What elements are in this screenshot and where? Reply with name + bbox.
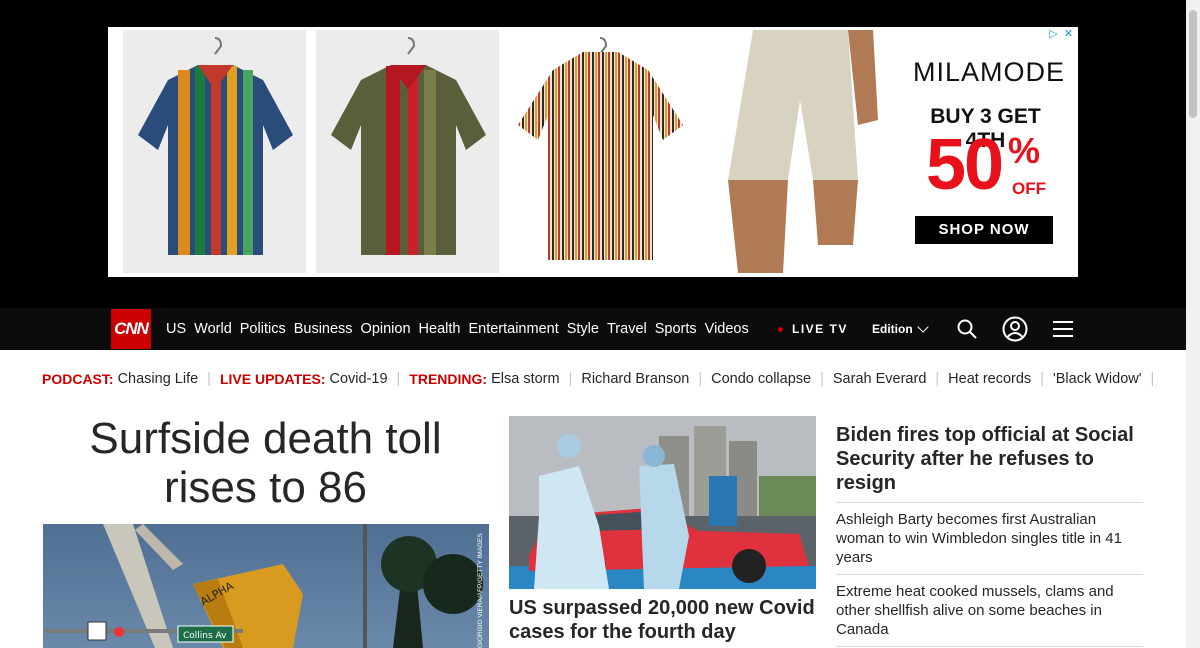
separator: | bbox=[698, 371, 703, 387]
ad-product-shorts[interactable] bbox=[708, 30, 888, 273]
ad-product-shirt-3[interactable] bbox=[508, 30, 693, 273]
nav-link-travel[interactable]: Travel bbox=[607, 321, 647, 337]
divider bbox=[836, 574, 1143, 575]
trending-text: Condo collapse bbox=[711, 371, 812, 387]
story-link-barty[interactable]: Ashleigh Barty becomes first Australian … bbox=[836, 510, 1136, 567]
trending-text: Sarah Everard bbox=[832, 371, 927, 387]
lead-image[interactable]: ALPHA Collins Av bbox=[43, 524, 489, 648]
ad-product-shirt-1[interactable] bbox=[123, 30, 306, 273]
ad-banner-background: MILAMODE BUY 3 GET 4TH 50 % OFF SHOP NOW… bbox=[0, 0, 1186, 308]
divider bbox=[836, 646, 1143, 647]
trending-item-heat[interactable]: Heat records bbox=[948, 371, 1031, 387]
nav-link-sports[interactable]: Sports bbox=[655, 321, 697, 337]
trending-text: Chasing Life bbox=[117, 371, 199, 387]
covid-story-headline[interactable]: US surpassed 20,000 new Covid cases for … bbox=[509, 596, 819, 644]
separator: | bbox=[396, 371, 401, 387]
live-tv-link[interactable]: LIVE TV bbox=[778, 308, 848, 350]
trending-text: Heat records bbox=[948, 371, 1032, 387]
nav-link-style[interactable]: Style bbox=[567, 321, 599, 337]
search-icon[interactable] bbox=[952, 308, 982, 350]
edition-label: Edition bbox=[872, 322, 913, 336]
lead-headline[interactable]: Surfside death toll rises to 86 bbox=[42, 414, 489, 512]
advertisement[interactable]: MILAMODE BUY 3 GET 4TH 50 % OFF SHOP NOW… bbox=[108, 27, 1078, 277]
hamburger-menu-icon[interactable] bbox=[1048, 308, 1078, 350]
nav-link-us[interactable]: US bbox=[166, 321, 186, 337]
trending-item-black-widow[interactable]: 'Black Widow' bbox=[1053, 371, 1142, 387]
ad-discount: 50 % OFF bbox=[926, 125, 1056, 205]
separator: | bbox=[1150, 371, 1155, 387]
ad-discount-value: 50 bbox=[926, 125, 1004, 205]
scrollbar-thumb[interactable] bbox=[1189, 10, 1197, 118]
nav-link-videos[interactable]: Videos bbox=[705, 321, 749, 337]
trending-item-podcast[interactable]: PODCAST: Chasing Life bbox=[42, 371, 198, 387]
trending-text: 'Black Widow' bbox=[1052, 371, 1142, 387]
trending-text: Richard Branson bbox=[581, 371, 690, 387]
trending-prefix: LIVE UPDATES: bbox=[219, 371, 326, 387]
trending-prefix: PODCAST: bbox=[42, 371, 114, 387]
covid-story-image[interactable] bbox=[509, 416, 816, 589]
street-sign: Collins Av bbox=[183, 631, 227, 641]
nav-link-health[interactable]: Health bbox=[419, 321, 461, 337]
cnn-logo[interactable]: CNN bbox=[111, 309, 151, 349]
separator: | bbox=[207, 371, 211, 387]
nav-link-politics[interactable]: Politics bbox=[240, 321, 286, 337]
separator: | bbox=[935, 371, 940, 387]
ad-brand-name: MILAMODE bbox=[913, 57, 1066, 87]
chevron-down-icon bbox=[917, 321, 929, 333]
scrollbar[interactable] bbox=[1186, 0, 1200, 648]
trending-item-branson[interactable]: Richard Branson bbox=[581, 371, 689, 387]
trending-bar: PODCAST: Chasing Life | LIVE UPDATES: Co… bbox=[42, 370, 1163, 388]
image-credit: GIORGIO VIERA/AFP/GETTY IMAGES bbox=[477, 533, 484, 648]
nav-link-entertainment[interactable]: Entertainment bbox=[468, 321, 558, 337]
trending-item-live-updates[interactable]: LIVE UPDATES: Covid-19 bbox=[220, 371, 388, 387]
edition-selector[interactable]: Edition bbox=[872, 308, 929, 350]
user-account-icon[interactable] bbox=[1000, 308, 1030, 350]
ad-percent-sign: % bbox=[1008, 130, 1041, 171]
trending-prefix: TRENDING: bbox=[409, 371, 488, 387]
ad-product-shirt-2[interactable] bbox=[316, 30, 499, 273]
live-dot-icon bbox=[778, 326, 783, 332]
ad-controls: ▷ ✕ bbox=[1046, 27, 1078, 42]
close-icon[interactable]: ✕ bbox=[1061, 27, 1076, 42]
separator: | bbox=[1040, 371, 1044, 387]
trending-item-elsa[interactable]: TRENDING: Elsa storm bbox=[409, 371, 559, 387]
divider bbox=[836, 502, 1143, 503]
main-navigation: CNN US World Politics Business Opinion H… bbox=[0, 308, 1186, 350]
ad-shop-now-button[interactable]: SHOP NOW bbox=[915, 216, 1053, 244]
trending-item-everard[interactable]: Sarah Everard bbox=[833, 371, 927, 387]
nav-link-business[interactable]: Business bbox=[294, 321, 353, 337]
story-link-shellfish[interactable]: Extreme heat cooked mussels, clams and o… bbox=[836, 582, 1136, 639]
ad-off-label: OFF bbox=[1012, 179, 1046, 198]
biden-story-headline[interactable]: Biden fires top official at Social Secur… bbox=[836, 423, 1136, 495]
nav-links: US World Politics Business Opinion Healt… bbox=[166, 308, 757, 350]
separator: | bbox=[820, 371, 824, 387]
nav-link-world[interactable]: World bbox=[194, 321, 232, 337]
live-tv-label: LIVE TV bbox=[792, 322, 848, 336]
trending-text: Covid-19 bbox=[329, 371, 388, 387]
adchoices-icon[interactable]: ▷ bbox=[1046, 27, 1061, 42]
trending-text: Elsa storm bbox=[491, 371, 560, 387]
nav-link-opinion[interactable]: Opinion bbox=[361, 321, 411, 337]
separator: | bbox=[568, 371, 573, 387]
trending-item-condo[interactable]: Condo collapse bbox=[711, 371, 811, 387]
